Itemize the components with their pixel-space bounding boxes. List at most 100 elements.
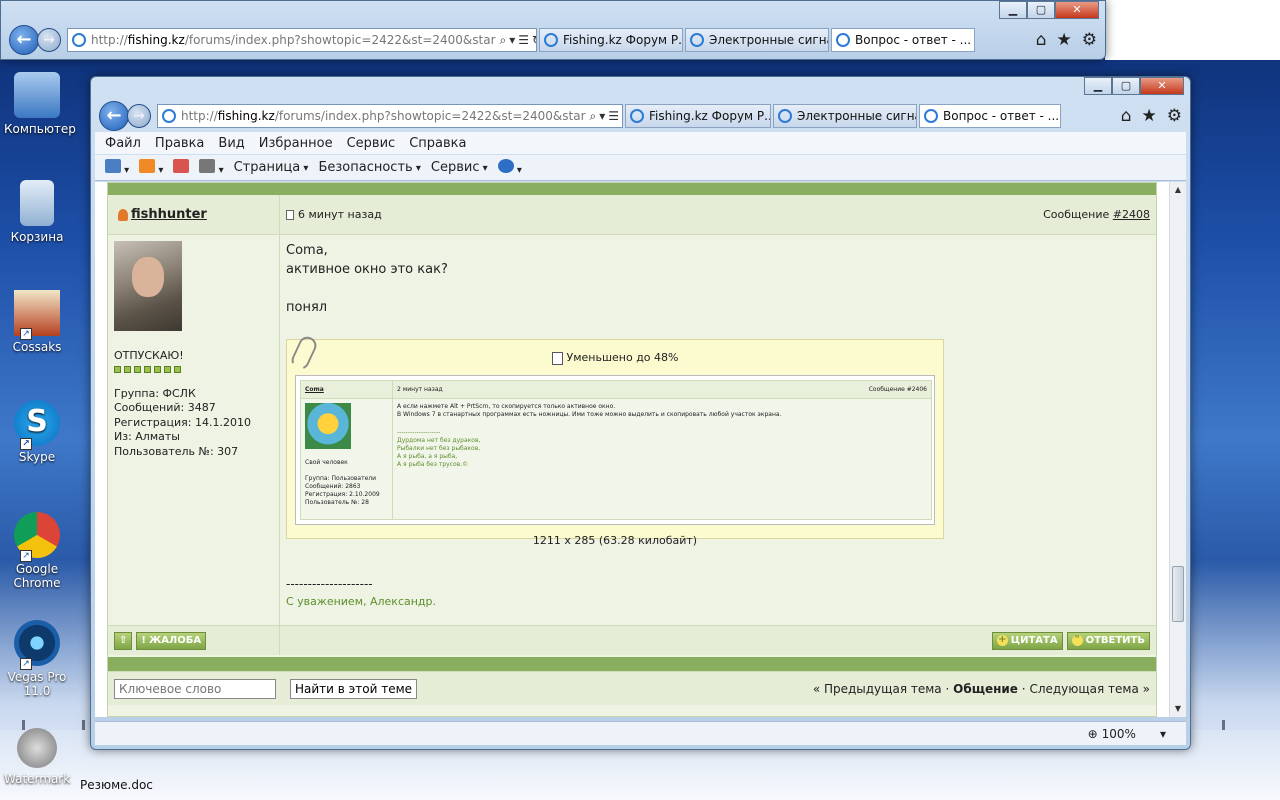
vertical-scrollbar[interactable]: ▲ ▼ xyxy=(1169,182,1186,717)
feeds-menu[interactable] xyxy=(139,158,163,177)
url-host: fishing.kz xyxy=(127,33,185,47)
url-host: fishing.kz xyxy=(217,109,275,123)
mini-avatar xyxy=(305,403,351,449)
watermark-icon xyxy=(17,728,57,768)
back-button[interactable]: ← xyxy=(99,101,129,131)
bottom-green-bar xyxy=(108,657,1156,671)
page-menu[interactable]: Страница xyxy=(234,160,309,175)
zoom-level[interactable]: 100% xyxy=(1102,727,1136,741)
close-tab-icon[interactable]: ✕ xyxy=(1059,109,1060,123)
minimize-button[interactable]: ▁ xyxy=(999,1,1027,19)
ie-icon xyxy=(924,109,938,123)
close-tab-icon[interactable]: ✕ xyxy=(971,33,974,47)
close-button[interactable]: ✕ xyxy=(1055,1,1099,19)
forward-button[interactable]: → xyxy=(37,28,61,52)
tab-signatures[interactable]: Электронные сигна... xyxy=(773,104,917,128)
attachment-thumbnail[interactable]: Coma 2 минут назад Сообщение #2406 Свой ч… xyxy=(295,375,935,525)
menu-favorites[interactable]: Избранное xyxy=(259,136,333,151)
attachment-caption: Уменьшено до 48% xyxy=(287,348,943,367)
attachment-box[interactable]: Уменьшено до 48% Coma 2 минут назад Сообщ… xyxy=(286,333,944,547)
favorites-star-icon[interactable]: ★ xyxy=(1142,106,1157,126)
prev-topic-link[interactable]: « Предыдущая тема xyxy=(813,682,942,696)
settings-gear-icon[interactable]: ⚙ xyxy=(1167,106,1182,126)
post-number-link[interactable]: #2408 xyxy=(1113,208,1150,221)
minimize-button[interactable]: ▁ xyxy=(1084,77,1112,95)
author-user-no: Пользователь №: 307 xyxy=(114,444,239,458)
favorites-star-icon[interactable]: ★ xyxy=(1057,30,1072,50)
desktop-icon-skype[interactable]: S ↗ Skype xyxy=(4,400,70,464)
settings-gear-icon[interactable]: ⚙ xyxy=(1082,30,1097,50)
chrome-icon: ↗ xyxy=(14,512,60,562)
forward-button[interactable]: → xyxy=(127,104,151,128)
url-rest: /forums/index.php?showtopic=2422&st=2400… xyxy=(184,33,496,47)
home-icon xyxy=(105,158,121,173)
skype-icon: S ↗ xyxy=(14,400,60,450)
separator: · xyxy=(1021,681,1026,696)
back-button[interactable]: ← xyxy=(9,25,39,55)
author-status: ОТПУСКАЮ! xyxy=(114,349,184,362)
tab-signatures[interactable]: Электронные сигна... xyxy=(685,28,829,52)
mini-line: Рыбалки нет без рыбаков, xyxy=(397,445,481,452)
url-prefix: http:// xyxy=(91,33,128,47)
desktop-file-resume[interactable]: Резюме.doc xyxy=(80,778,153,792)
author-name-link[interactable]: fishhunter xyxy=(131,207,207,222)
tab-question[interactable]: Вопрос - ответ - ...✕ xyxy=(831,28,975,52)
resize-icon xyxy=(551,351,563,365)
scroll-up-arrow-icon[interactable]: ▲ xyxy=(1170,182,1186,198)
tab-question[interactable]: Вопрос - ответ - ...✕ xyxy=(919,104,1061,128)
current-forum-link[interactable]: Общение xyxy=(953,682,1018,696)
address-tools-icons[interactable]: ⌕▾☰↻✕ xyxy=(586,109,622,124)
topic-navigation: « Предыдущая тема · Общение · Следующая … xyxy=(813,682,1150,696)
desktop-icon-watermark[interactable]: Watermark xyxy=(4,728,70,786)
desktop-icon-vegas[interactable]: ↗ Vegas Pro 11.0 xyxy=(4,620,70,698)
scroll-top-button[interactable]: ⇧ xyxy=(114,631,133,650)
nav-row: ← → http://fishing.kz/forums/index.php?s… xyxy=(99,101,1182,131)
mini-side-line: Регистрация: 2.10.2009 xyxy=(305,491,380,498)
reply-button[interactable]: " ОТВЕТИТЬ xyxy=(1066,631,1150,650)
menu-view[interactable]: Вид xyxy=(218,136,244,151)
close-button[interactable]: ✕ xyxy=(1140,77,1184,95)
search-topic-button[interactable]: Найти в этой теме xyxy=(290,678,418,699)
print-menu[interactable] xyxy=(199,158,223,177)
scrollbar-thumb[interactable] xyxy=(1172,566,1184,622)
tab-label: Вопрос - ответ - ... xyxy=(943,109,1060,123)
home-menu[interactable] xyxy=(105,158,129,177)
menu-edit[interactable]: Правка xyxy=(155,136,204,151)
safety-menu[interactable]: Безопасность xyxy=(318,160,420,175)
desktop-icon-chrome[interactable]: ↗ Google Chrome xyxy=(4,512,70,590)
post-footer: ⇧ ! ЖАЛОБА + ЦИТАТА " ОТВЕТИТЬ xyxy=(108,625,1156,655)
desktop-icon-cossaks[interactable]: ↗ Cossaks xyxy=(4,290,70,354)
tab-fishing[interactable]: Fishing.kz Форум Р... xyxy=(625,104,771,128)
report-button[interactable]: ! ЖАЛОБА xyxy=(136,631,207,650)
tab-fishing[interactable]: Fishing.kz Форум Р... xyxy=(539,28,683,52)
next-topic-link[interactable]: Следующая тема » xyxy=(1029,682,1150,696)
home-icon[interactable]: ⌂ xyxy=(1121,106,1132,126)
signature-text: С уважением, Александр. xyxy=(286,595,437,608)
desktop-icon-recycle-bin[interactable]: Корзина xyxy=(4,180,70,244)
address-tools-icons[interactable]: ⌕▾☰↻✕ xyxy=(496,33,536,48)
keyword-input[interactable] xyxy=(114,678,276,699)
mail-button[interactable] xyxy=(173,158,190,177)
address-bar[interactable]: http://fishing.kz/forums/index.php?showt… xyxy=(157,104,623,128)
browser-window-front: ▁ ▢ ✕ ← → http://fishing.kz/forums/index… xyxy=(90,76,1191,750)
ie-icon xyxy=(162,109,176,123)
maximize-button[interactable]: ▢ xyxy=(1027,1,1055,19)
menu-tools[interactable]: Сервис xyxy=(347,136,396,151)
scroll-down-arrow-icon[interactable]: ▼ xyxy=(1170,701,1186,717)
tools-menu[interactable]: Сервис xyxy=(431,160,488,175)
post-body: ОТПУСКАЮ! Группа: ФСЛК Сообщений: 3487 Р… xyxy=(108,235,1156,625)
menu-file[interactable]: Файл xyxy=(105,136,141,151)
post-number: Сообщение #2408 xyxy=(1043,208,1150,221)
address-bar[interactable]: http://fishing.kz/forums/index.php?showt… xyxy=(67,28,537,52)
mini-time: 2 минут назад xyxy=(397,386,443,393)
help-menu[interactable] xyxy=(497,158,522,177)
home-icon[interactable]: ⌂ xyxy=(1036,30,1047,50)
post-text: Coma, активное окно это как? понял Умень… xyxy=(280,235,1156,625)
zoom-dropdown-icon[interactable]: ▾ xyxy=(1160,727,1166,741)
menu-help[interactable]: Справка xyxy=(409,136,466,151)
maximize-button[interactable]: ▢ xyxy=(1112,77,1140,95)
desktop-icon-computer[interactable]: Компьютер xyxy=(4,72,76,136)
quote-button[interactable]: + ЦИТАТА xyxy=(991,631,1063,650)
rss-icon xyxy=(139,158,156,173)
browser-tools: ⌂ ★ ⚙ xyxy=(1036,30,1097,50)
